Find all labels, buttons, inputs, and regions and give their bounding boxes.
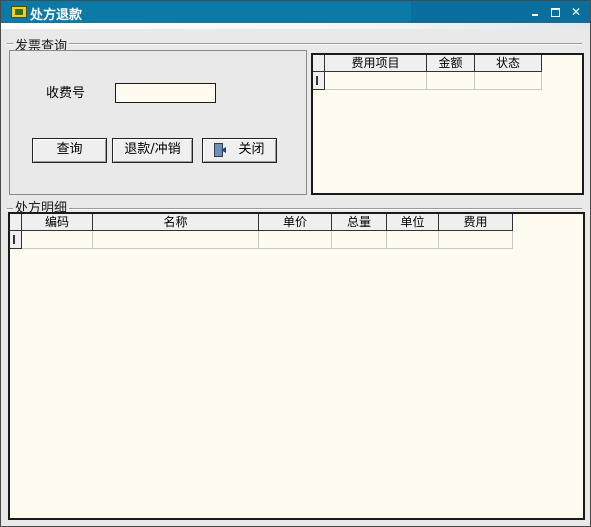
code-cell[interactable] xyxy=(22,231,93,249)
row-selector[interactable] xyxy=(313,72,325,90)
detail-grid-column-header[interactable]: 总量 xyxy=(332,214,387,231)
unit-cell[interactable] xyxy=(387,231,439,249)
table-row[interactable] xyxy=(313,72,542,90)
fee-grid-corner xyxy=(313,55,325,72)
detail-grid-header: 编码 名称 单价 总量 单位 费用 xyxy=(10,214,513,231)
prescription-detail-divider xyxy=(7,208,582,210)
detail-grid-column-header[interactable]: 单价 xyxy=(259,214,332,231)
fee-cell[interactable] xyxy=(439,231,513,249)
fee-grid-column-header[interactable]: 金额 xyxy=(427,55,475,72)
folder-icon xyxy=(11,6,27,18)
receipt-number-label: 收费号 xyxy=(46,86,86,101)
invoice-query-panel xyxy=(9,50,307,195)
status-cell[interactable] xyxy=(475,72,542,90)
fee-item-cell[interactable] xyxy=(325,72,427,90)
prescription-detail-grid[interactable]: 编码 名称 单价 总量 单位 费用 xyxy=(8,212,585,520)
title-bar[interactable]: 处方退款 ✕ xyxy=(1,1,590,23)
maximize-button[interactable] xyxy=(547,5,563,19)
fee-grid-column-header[interactable]: 状态 xyxy=(475,55,542,72)
title-bar-edge xyxy=(1,23,590,29)
fee-grid-header: 费用项目 金额 状态 xyxy=(313,55,542,72)
unit-price-cell[interactable] xyxy=(259,231,332,249)
fee-grid-column-header[interactable]: 费用项目 xyxy=(325,55,427,72)
close-window-button[interactable]: ✕ xyxy=(568,5,584,19)
detail-grid-column-header[interactable]: 费用 xyxy=(439,214,513,231)
fee-items-grid[interactable]: 费用项目 金额 状态 xyxy=(311,53,584,195)
name-cell[interactable] xyxy=(93,231,259,249)
amount-cell[interactable] xyxy=(427,72,475,90)
row-selector[interactable] xyxy=(10,231,22,249)
receipt-number-input[interactable] xyxy=(115,83,216,103)
exit-door-icon xyxy=(214,142,228,157)
detail-grid-corner xyxy=(10,214,22,231)
detail-grid-column-header[interactable]: 名称 xyxy=(93,214,259,231)
query-button[interactable]: 查询 xyxy=(32,138,107,163)
table-row[interactable] xyxy=(10,231,513,249)
quantity-cell[interactable] xyxy=(332,231,387,249)
title-bar-shade xyxy=(411,1,590,23)
prescription-refund-window: 处方退款 ✕ 发票查询 收费号 查询 退款/冲销 关闭 费用项目 金额 状态 处… xyxy=(0,0,591,527)
detail-grid-column-header[interactable]: 编码 xyxy=(22,214,93,231)
window-title: 处方退款 xyxy=(30,8,83,23)
close-button-label: 关闭 xyxy=(238,142,265,157)
minimize-button[interactable] xyxy=(527,5,543,19)
close-button[interactable]: 关闭 xyxy=(202,138,277,163)
invoice-query-divider xyxy=(7,43,582,45)
refund-reverse-button[interactable]: 退款/冲销 xyxy=(112,138,193,163)
detail-grid-column-header[interactable]: 单位 xyxy=(387,214,439,231)
